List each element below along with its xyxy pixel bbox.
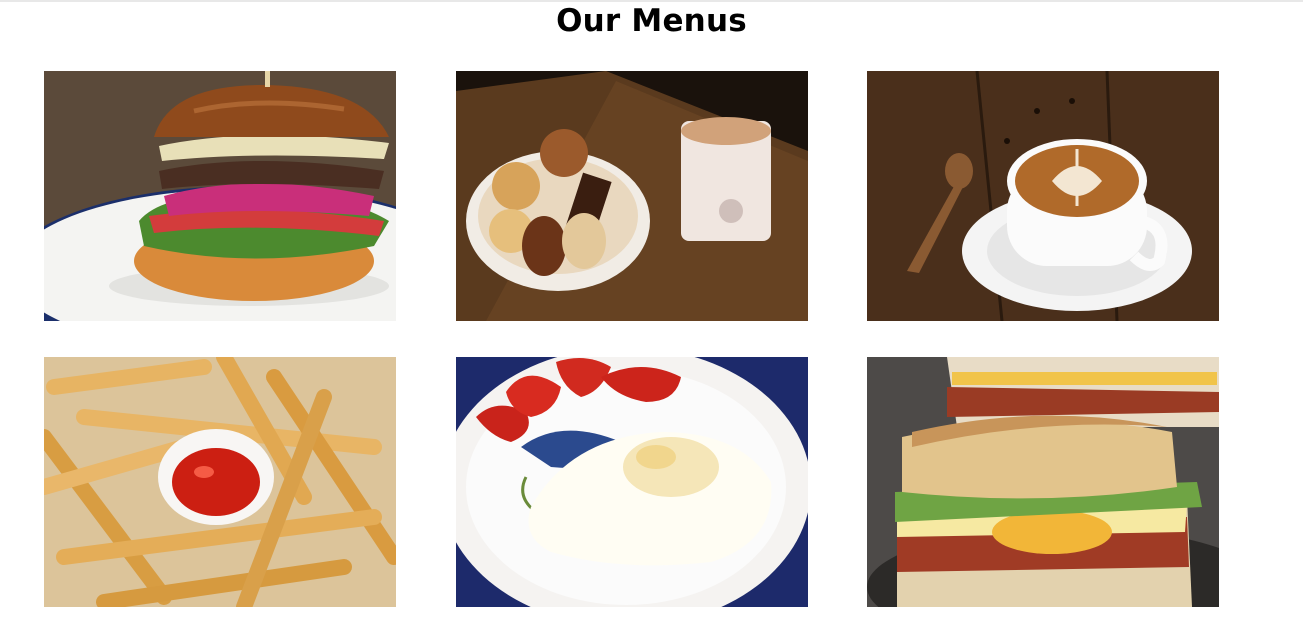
menu-item-fried-egg[interactable] <box>456 357 808 607</box>
burger-image <box>44 71 396 321</box>
menu-item-french-fries[interactable] <box>44 357 396 607</box>
cookies-and-tea-image <box>456 71 808 321</box>
menu-item-latte[interactable] <box>867 71 1219 321</box>
egg-bacon-sandwich-image <box>867 357 1219 607</box>
page-title: Our Menus <box>556 3 747 39</box>
menu-item-cookies-and-tea[interactable] <box>456 71 808 321</box>
top-border <box>0 0 1303 2</box>
fried-egg-image <box>456 357 808 607</box>
menu-item-egg-bacon-sandwich[interactable] <box>867 357 1219 607</box>
latte-image <box>867 71 1219 321</box>
menu-item-burger[interactable] <box>44 71 396 321</box>
french-fries-image <box>44 357 396 607</box>
